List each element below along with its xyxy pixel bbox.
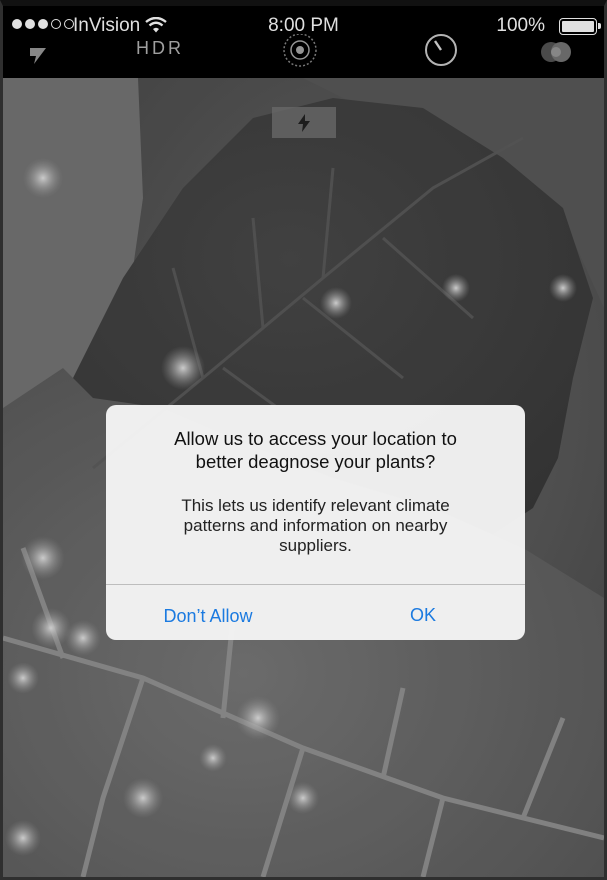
phone-screen: InVision 8:00 PM 100% HDR Allow us to ac… — [0, 0, 607, 880]
alert-title: Allow us to access your location to bett… — [174, 428, 457, 472]
ok-button[interactable]: OK — [321, 585, 525, 640]
dont-allow-button[interactable]: Don’t Allow — [106, 585, 310, 640]
alert-message: This lets us identify relevant climate p… — [181, 496, 450, 555]
location-permission-alert: Allow us to access your location to bett… — [106, 405, 525, 640]
